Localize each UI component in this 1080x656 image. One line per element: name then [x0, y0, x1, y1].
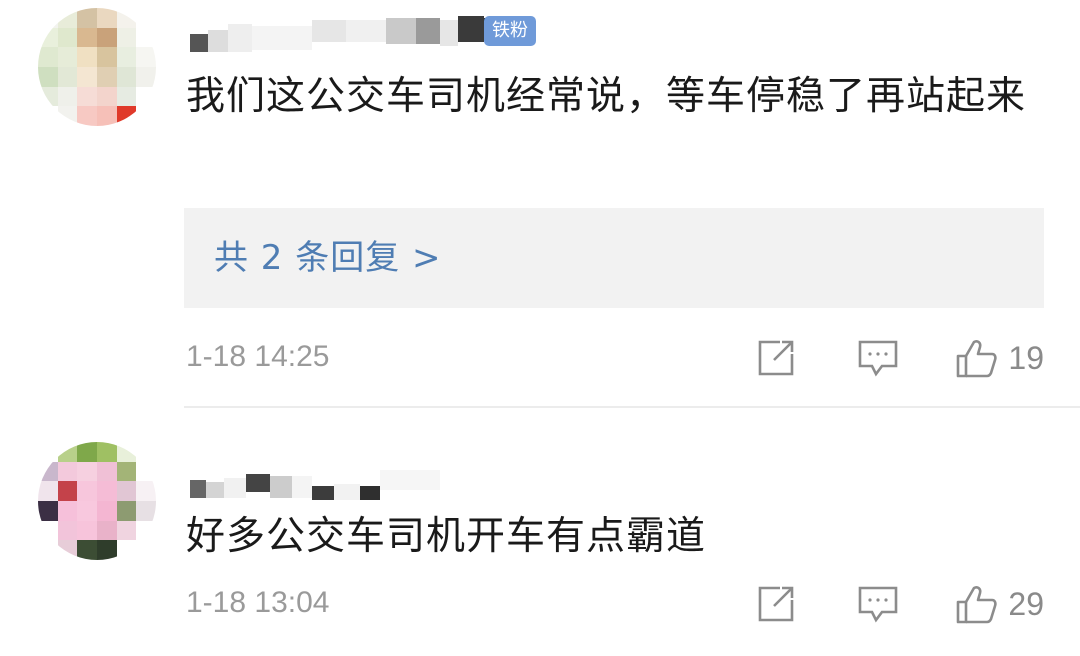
comment-item: 好多公交车司机开车有点霸道 1-18 13:04 29 — [0, 408, 1080, 656]
comment-timestamp: 1-18 13:04 — [186, 586, 330, 619]
comment-icon[interactable] — [856, 336, 900, 380]
like-count: 19 — [1008, 339, 1044, 376]
avatar[interactable] — [38, 442, 156, 560]
fan-badge: 铁粉 — [484, 16, 536, 46]
share-icon[interactable] — [754, 336, 798, 380]
comment-timestamp: 1-18 14:25 — [186, 340, 330, 373]
comment-icon[interactable] — [856, 582, 900, 626]
view-replies-link[interactable]: 共 2 条回复 > — [214, 236, 442, 280]
avatar[interactable] — [38, 8, 156, 126]
comment-item: 铁粉 我们这公交车司机经常说，等车停稳了再站起来 共 2 条回复 > 1-18 … — [0, 0, 1080, 408]
username-blurred[interactable] — [190, 460, 440, 500]
thumbs-up-icon — [957, 340, 998, 378]
thumbs-up-icon — [957, 586, 998, 624]
username-blurred[interactable] — [190, 16, 508, 56]
comment-text: 我们这公交车司机经常说，等车停稳了再站起来 — [186, 74, 1027, 119]
comment-actions: 29 — [754, 582, 1044, 626]
replies-box[interactable]: 共 2 条回复 > — [184, 208, 1044, 308]
share-icon[interactable] — [754, 582, 798, 626]
like-button[interactable]: 29 — [954, 582, 1044, 626]
like-count: 29 — [1008, 585, 1044, 622]
comment-actions: 19 — [754, 336, 1044, 380]
like-button[interactable]: 19 — [954, 336, 1044, 380]
comment-text: 好多公交车司机开车有点霸道 — [186, 514, 707, 559]
